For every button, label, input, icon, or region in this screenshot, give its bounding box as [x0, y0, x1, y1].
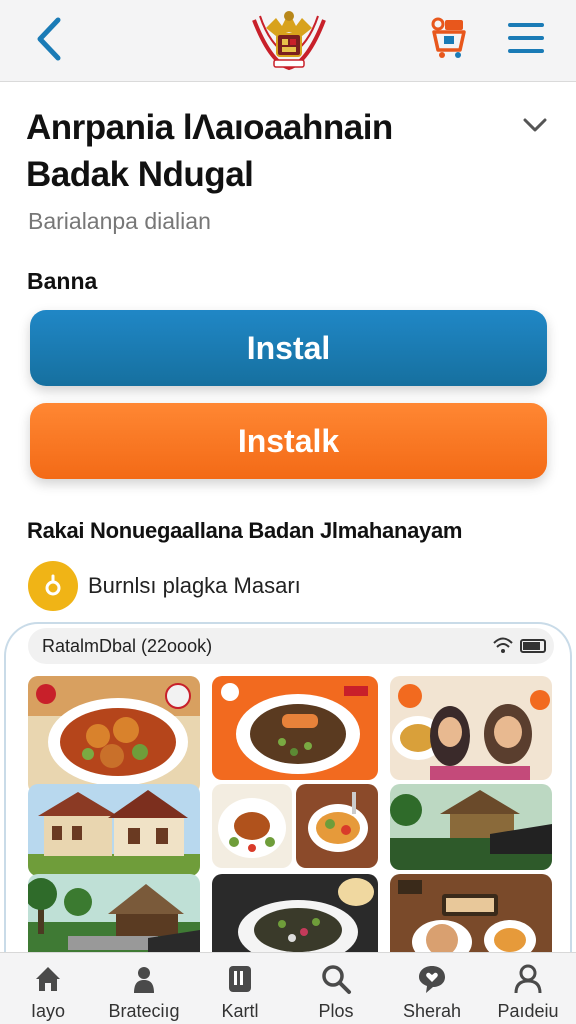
garuda-emblem: [246, 6, 332, 72]
chicken-image: [212, 784, 292, 868]
expand-button[interactable]: [520, 112, 550, 138]
home-icon: [36, 967, 60, 991]
salad-image: [296, 784, 378, 868]
section-label: Banna: [27, 268, 98, 294]
rice-image: [212, 874, 378, 962]
tab-share[interactable]: Sherah: [384, 953, 480, 1024]
app-title: Anrpania lΛaıoaahnain Badak Ndugal: [26, 108, 393, 194]
chat-heart-icon: [419, 966, 445, 993]
back-button[interactable]: [26, 12, 72, 66]
bottom-tab-bar: Iayo Brateciıg Kartl Plos Sherah Paıdeiu: [0, 952, 576, 1024]
publisher-text: Burnlsı plagka Masarı: [88, 573, 301, 598]
card-icon: [229, 966, 251, 992]
building-image: [28, 784, 200, 876]
search-icon: [322, 965, 351, 994]
tab-profile-label: Paıdeiu: [497, 1001, 559, 1021]
preview-status-text: RatalmDbal (22oook): [42, 636, 213, 656]
preview-screenshot[interactable]: RatalmDbal (22oook): [4, 622, 572, 962]
cart-button[interactable]: [428, 16, 470, 60]
tab-search-label: Plos: [318, 1001, 354, 1021]
tab-card-label: Kartl: [221, 1001, 259, 1021]
tab-home-label: Iayo: [30, 1001, 66, 1021]
menu-button[interactable]: [504, 16, 548, 60]
tab-person[interactable]: Brateciıg: [96, 953, 192, 1024]
location-pin-icon: [45, 574, 61, 596]
profile-icon: [514, 964, 542, 994]
tab-share-label: Sherah: [402, 1001, 462, 1021]
app-subtitle: Barialanpa dialian: [28, 208, 211, 234]
tab-search[interactable]: Plos: [288, 953, 384, 1024]
market-image: [390, 784, 552, 870]
top-app-bar: [0, 0, 576, 82]
chevron-left-icon: [37, 17, 61, 61]
tab-card[interactable]: Kartl: [192, 953, 288, 1024]
tab-profile[interactable]: Paıdeiu: [480, 953, 576, 1024]
food-image: [28, 676, 200, 794]
hamburger-menu-icon: [508, 23, 544, 53]
battery-icon: [520, 639, 546, 653]
restaurant-image: [390, 874, 552, 962]
tab-home[interactable]: Iayo: [0, 953, 96, 1024]
install-button[interactable]: Instal: [30, 310, 547, 386]
publisher-row[interactable]: Burnlsı plagka Masarı: [28, 561, 301, 611]
people-image: [390, 676, 552, 780]
cart-icon: [431, 17, 466, 58]
soup-image: [212, 676, 378, 780]
tab-person-label: Brateciıg: [108, 1001, 180, 1021]
publisher-badge: [28, 561, 78, 611]
chevron-down-icon: [523, 118, 547, 132]
install-alt-button[interactable]: Instalk: [30, 403, 547, 479]
preview-status-bar: RatalmDbal (22oook): [28, 628, 554, 664]
wifi-icon: [493, 637, 513, 653]
village-image: [28, 874, 200, 962]
agency-name: Rakai Nonuegaallana Badan Jlmahanayam: [27, 518, 463, 543]
person-icon: [134, 967, 154, 993]
